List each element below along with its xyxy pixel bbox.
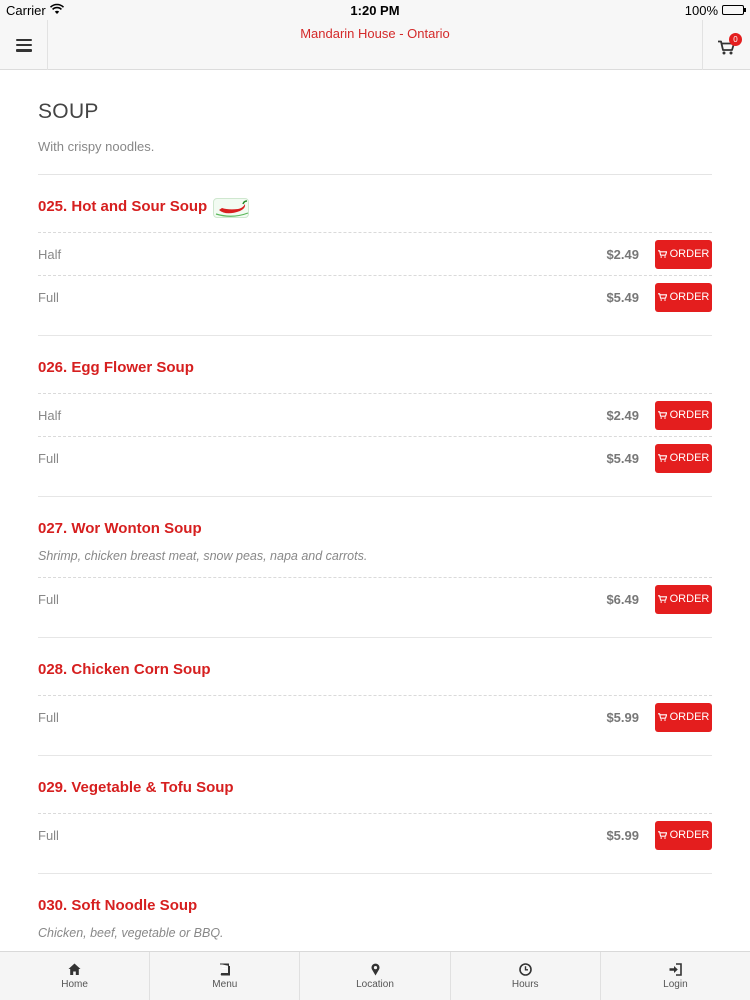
size-label: Full	[38, 450, 59, 466]
battery-percent: 100%	[684, 3, 718, 18]
size-price: $2.49	[606, 246, 639, 262]
menu-items: 025. Hot and Sour Soup Half $2.49 ORDER Full…	[38, 175, 712, 951]
size-label: Full	[38, 591, 59, 607]
tab-home[interactable]: Home	[0, 952, 151, 1000]
menu-item: 029. Vegetable & Tofu Soup Full $5.99 ORDER	[38, 756, 712, 874]
item-header: 030. Soft Noodle Soup	[38, 874, 712, 931]
order-label: ORDER	[669, 409, 710, 421]
item-name[interactable]: 025. Hot and Sour Soup	[38, 198, 207, 215]
order-button[interactable]: ORDER	[655, 282, 712, 312]
tab-label: Location	[356, 978, 394, 990]
size-price: $5.49	[606, 450, 639, 466]
battery-icon	[722, 5, 746, 15]
size-label: Full	[38, 827, 59, 843]
item-name[interactable]: 030. Soft Noodle Soup	[38, 897, 197, 914]
tab-bar: Home Menu Location Hours Login	[0, 951, 750, 1000]
status-bar: Carrier 1:20 PM 100%	[0, 0, 750, 20]
order-button[interactable]: ORDER	[655, 584, 712, 614]
tab-label: Login	[663, 978, 688, 990]
clock-icon	[518, 962, 532, 976]
item-header: 026. Egg Flower Soup	[38, 336, 712, 393]
order-button[interactable]: ORDER	[655, 239, 712, 269]
login-icon	[669, 962, 682, 976]
order-label: ORDER	[669, 291, 710, 303]
cart-count-badge: 0	[729, 33, 742, 46]
hamburger-icon	[15, 38, 32, 52]
menu-item: 027. Wor Wonton Soup Shrimp, chicken brea…	[38, 497, 712, 638]
nav-header: Mandarin House - Ontario 0	[0, 20, 750, 70]
size-option-row: Half $2.49 ORDER	[38, 232, 712, 275]
order-label: ORDER	[669, 452, 710, 464]
item-name[interactable]: 029. Vegetable & Tofu Soup	[38, 779, 234, 796]
size-option-row: Full $5.99 ORDER	[38, 695, 712, 738]
size-option-row: Full $5.99 ORDER	[38, 813, 712, 856]
order-label: ORDER	[669, 593, 710, 605]
tab-location[interactable]: Location	[300, 952, 451, 1000]
size-option-row: Half $2.49 ORDER	[38, 393, 712, 436]
cart-icon	[657, 250, 667, 258]
clock-time: 1:20 PM	[350, 3, 400, 18]
chili-pepper-icon	[213, 197, 250, 218]
size-price: $5.99	[606, 827, 639, 843]
order-button[interactable]: ORDER	[655, 443, 712, 473]
book-icon	[220, 963, 231, 975]
menu-item: 028. Chicken Corn Soup Full $5.99 ORDER	[38, 638, 712, 756]
size-price: $5.99	[606, 709, 639, 725]
menu-item: 025. Hot and Sour Soup Half $2.49 ORDER Full…	[38, 175, 712, 336]
cart-icon	[657, 293, 667, 301]
home-icon	[68, 963, 81, 975]
item-name[interactable]: 027. Wor Wonton Soup	[38, 520, 202, 537]
item-name[interactable]: 028. Chicken Corn Soup	[38, 661, 211, 678]
tab-hours[interactable]: Hours	[451, 952, 601, 1000]
size-label: Full	[38, 289, 59, 305]
size-label: Half	[38, 407, 62, 423]
menu-item: 030. Soft Noodle Soup Chicken, beef, vege…	[38, 874, 712, 951]
category-title: SOUP	[38, 100, 99, 123]
tab-label: Home	[61, 978, 88, 990]
menu-content[interactable]: SOUP With crispy noodles. 025. Hot and S…	[0, 70, 750, 951]
item-description: Chicken, beef, vegetable or BBQ.	[38, 926, 224, 940]
tab-label: Hours	[511, 978, 539, 990]
size-price: $5.49	[606, 289, 639, 305]
order-button[interactable]: ORDER	[655, 702, 712, 732]
size-option-row: Full $5.49 ORDER	[38, 275, 712, 318]
item-header: 025. Hot and Sour Soup	[38, 175, 712, 232]
tab-label: Menu	[212, 978, 238, 990]
category-description: With crispy noodles.	[38, 139, 155, 154]
size-price: $6.49	[606, 591, 639, 607]
category-section: SOUP With crispy noodles. 025. Hot and S…	[0, 100, 750, 951]
menu-button[interactable]	[0, 20, 48, 70]
order-label: ORDER	[669, 829, 710, 841]
size-option-row: Full $5.49 ORDER	[38, 436, 712, 479]
order-label: ORDER	[669, 711, 710, 723]
map-pin-icon	[371, 963, 379, 975]
order-button[interactable]: ORDER	[655, 400, 712, 430]
cart-button[interactable]: 0	[702, 20, 750, 70]
cart-icon	[657, 411, 667, 419]
page-title: Mandarin House - Ontario	[300, 26, 450, 41]
item-description: Shrimp, chicken breast meat, snow peas, …	[38, 549, 368, 563]
size-label: Full	[38, 709, 59, 725]
item-header: 029. Vegetable & Tofu Soup	[38, 756, 712, 813]
size-label: Half	[38, 246, 62, 262]
cart-icon	[657, 831, 667, 839]
tab-login[interactable]: Login	[601, 952, 750, 1000]
cart-icon	[657, 595, 667, 603]
item-name[interactable]: 026. Egg Flower Soup	[38, 359, 194, 376]
item-header: 028. Chicken Corn Soup	[38, 638, 712, 695]
order-button[interactable]: ORDER	[655, 820, 712, 850]
size-price: $2.49	[606, 407, 639, 423]
tab-menu[interactable]: Menu	[150, 952, 301, 1000]
size-option-row: Full $6.49 ORDER	[38, 577, 712, 620]
order-label: ORDER	[669, 248, 710, 260]
item-header: 027. Wor Wonton Soup	[38, 497, 712, 554]
cart-icon	[657, 454, 667, 462]
menu-item: 026. Egg Flower Soup Half $2.49 ORDER Full $5…	[38, 336, 712, 497]
cart-icon	[657, 713, 667, 721]
